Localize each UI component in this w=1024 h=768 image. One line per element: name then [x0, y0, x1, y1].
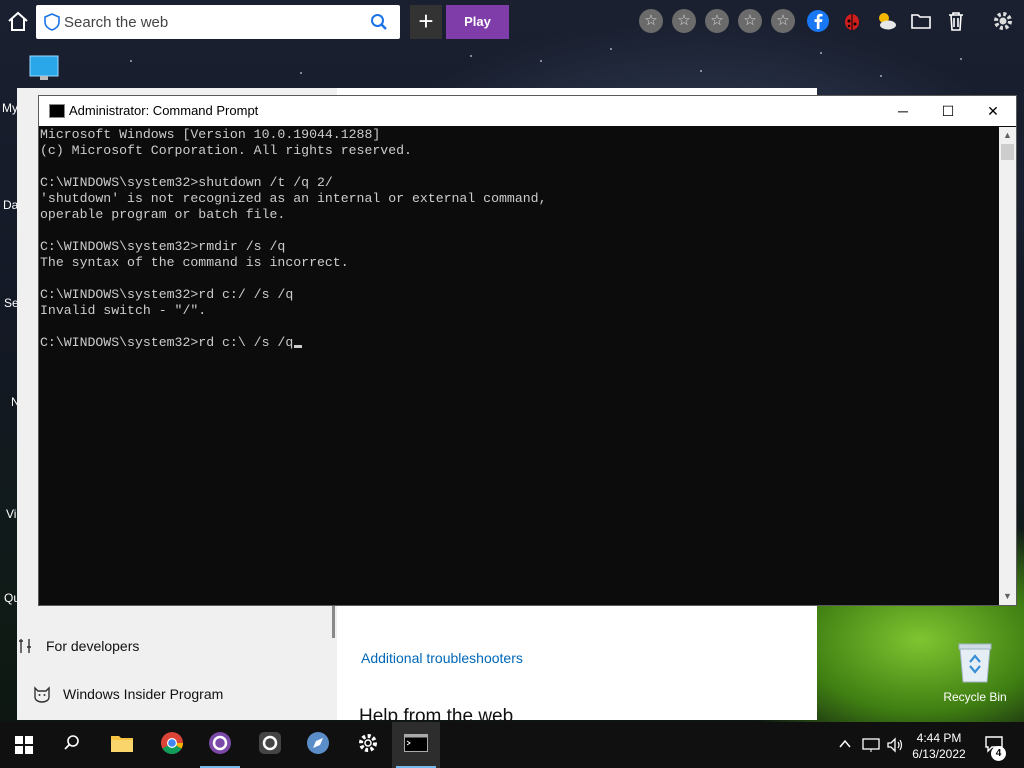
shield-icon — [44, 13, 60, 31]
console-scrollbar[interactable]: ▲ ▼ — [999, 127, 1016, 605]
favorite-star-icon[interactable]: ☆ — [639, 9, 663, 33]
console-line: Microsoft Windows [Version 10.0.19044.12… — [40, 127, 381, 142]
console-line: 'shutdown' is not recognized as an inter… — [40, 191, 547, 206]
sidebar-item-label: For developers — [46, 638, 140, 654]
favorite-star-icon[interactable]: ☆ — [771, 9, 795, 33]
taskbar-file-explorer[interactable] — [98, 722, 146, 768]
folder-icon — [110, 733, 134, 758]
taskbar-app-dark[interactable] — [246, 722, 294, 768]
console-line: C:\WINDOWS\system32>rd c:/ /s /q — [40, 287, 294, 302]
system-clock[interactable]: 4:44 PM 6/13/2022 — [906, 730, 972, 762]
taskbar-command-prompt[interactable] — [392, 722, 440, 768]
close-button[interactable]: ✕ — [970, 96, 1016, 126]
web-search-input[interactable] — [64, 11, 364, 33]
recycle-bin-desktop-icon[interactable]: Recycle Bin — [940, 640, 1010, 704]
favorite-star-icon[interactable]: ☆ — [738, 9, 762, 33]
new-tab-button[interactable]: + — [410, 5, 442, 39]
play-button[interactable]: Play — [446, 5, 509, 39]
console-line: Invalid switch - "/". — [40, 303, 207, 318]
desktop-icon-label: Vi — [6, 507, 17, 521]
recycle-bin-icon — [956, 640, 994, 684]
window-title: Administrator: Command Prompt — [69, 103, 259, 118]
window-titlebar[interactable]: Administrator: Command Prompt ─ ☐ ✕ — [39, 96, 1016, 126]
additional-troubleshooters-link[interactable]: Additional troubleshooters — [361, 650, 523, 666]
scroll-down-arrow-icon[interactable]: ▼ — [999, 588, 1016, 605]
taskbar: 4:44 PM 6/13/2022 — [0, 722, 1024, 768]
chevron-up-icon[interactable] — [838, 737, 856, 753]
chrome-icon — [160, 731, 184, 760]
compass-icon — [306, 731, 330, 760]
taskbar-chrome[interactable] — [148, 722, 196, 768]
console-line: The syntax of the command is incorrect. — [40, 255, 349, 270]
browser-toolbar: + Play ☆ ☆ ☆ ☆ ☆ — [0, 0, 1024, 44]
console-line: C:\WINDOWS\system32>shutdown /t /q 2/ — [40, 175, 333, 190]
desktop-icon-this-pc[interactable] — [28, 54, 60, 84]
insider-cat-icon — [33, 685, 51, 703]
console-input-line[interactable]: C:\WINDOWS\system32>rd c:\ /s /q — [40, 335, 998, 351]
facebook-icon[interactable] — [806, 9, 830, 33]
weather-icon[interactable] — [874, 9, 898, 33]
clock-date: 6/13/2022 — [912, 747, 966, 761]
command-prompt-icon — [404, 733, 428, 757]
console-input-text: C:\WINDOWS\system32>rd c:\ /s /q — [40, 335, 294, 350]
app-ring-icon — [258, 731, 282, 760]
console-line: (c) Microsoft Corporation. All rights re… — [40, 143, 412, 158]
ladybug-icon[interactable] — [840, 9, 864, 33]
notification-count-badge: 4 — [991, 746, 1006, 761]
search-icon[interactable] — [370, 13, 388, 31]
start-button[interactable] — [0, 722, 48, 768]
tools-icon — [16, 637, 34, 655]
sidebar-item-windows-insider[interactable]: Windows Insider Program — [33, 682, 223, 706]
volume-icon[interactable] — [886, 737, 904, 753]
search-icon — [63, 734, 81, 757]
maximize-button[interactable]: ☐ — [925, 96, 971, 126]
scrollbar-thumb[interactable] — [1001, 144, 1014, 160]
console-line: operable program or batch file. — [40, 207, 286, 222]
taskbar-search-button[interactable] — [48, 722, 96, 768]
gear-icon — [357, 732, 379, 759]
app-circle-icon — [208, 731, 232, 760]
minimize-button[interactable]: ─ — [880, 96, 926, 126]
sidebar-item-label: Windows Insider Program — [63, 686, 224, 702]
folder-icon[interactable] — [909, 9, 933, 33]
home-icon[interactable] — [6, 10, 30, 34]
command-prompt-icon — [49, 104, 65, 118]
desktop-icon-label: My — [2, 101, 18, 115]
clock-time: 4:44 PM — [916, 731, 962, 745]
console-output[interactable]: Microsoft Windows [Version 10.0.19044.12… — [40, 127, 998, 605]
trash-icon[interactable] — [944, 9, 968, 33]
command-prompt-window[interactable]: Administrator: Command Prompt ─ ☐ ✕ Micr… — [38, 95, 1017, 606]
favorite-star-icon[interactable]: ☆ — [705, 9, 729, 33]
favorite-star-icon[interactable]: ☆ — [672, 9, 696, 33]
text-cursor — [294, 345, 303, 348]
network-icon[interactable] — [862, 737, 880, 753]
sidebar-item-for-developers[interactable]: For developers — [16, 634, 139, 658]
web-search-box[interactable] — [36, 5, 400, 39]
gear-icon[interactable] — [991, 9, 1015, 33]
taskbar-app-purple[interactable] — [196, 722, 244, 768]
scroll-up-arrow-icon[interactable]: ▲ — [999, 127, 1016, 144]
console-line: C:\WINDOWS\system32>rmdir /s /q — [40, 239, 286, 254]
taskbar-app-compass[interactable] — [294, 722, 342, 768]
recycle-bin-label: Recycle Bin — [943, 690, 1007, 704]
taskbar-settings[interactable] — [344, 722, 392, 768]
